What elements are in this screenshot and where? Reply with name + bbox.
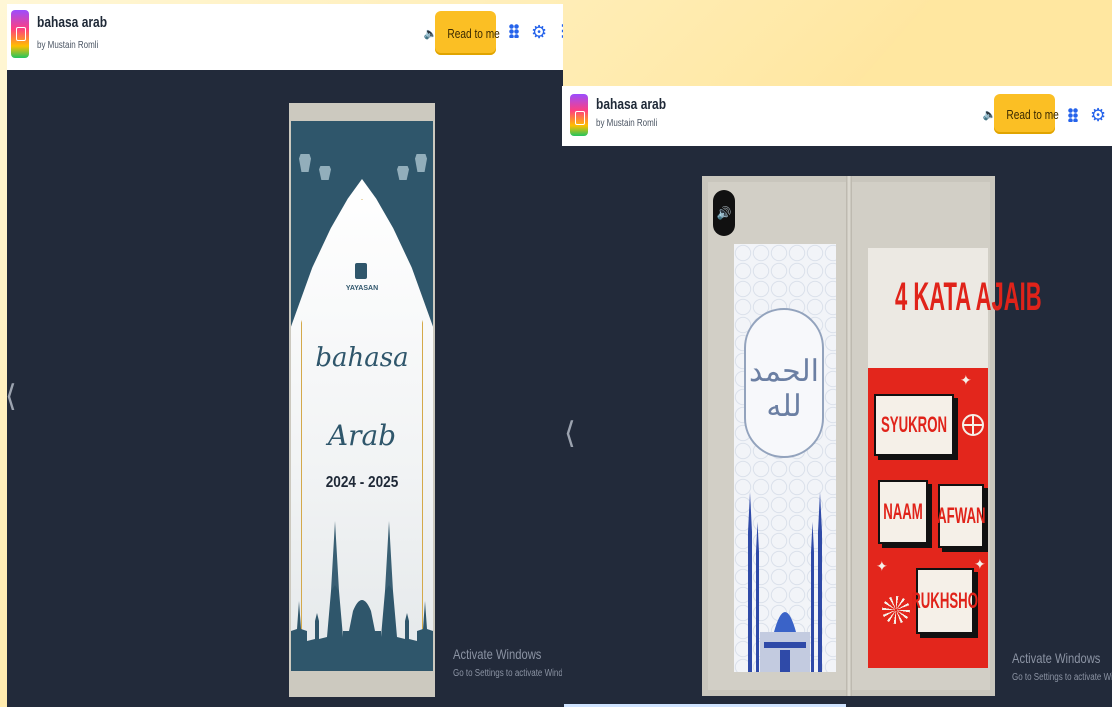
activation-watermark: Activate Windows Go to Settings to activ…: [1012, 650, 1112, 683]
lantern-decoration: [415, 141, 427, 185]
book-viewer-window-spread: bahasa arab by Mustain Romli 🔈 Read to m…: [562, 86, 1112, 707]
book-author: by Mustain Romli: [37, 40, 99, 51]
sparkle-icon: ✦: [960, 372, 972, 388]
title-panel: 4 KATA AJAIB: [868, 248, 1042, 368]
book-title: bahasa arab: [596, 96, 667, 113]
background-decoration: [852, 0, 1112, 90]
gear-icon[interactable]: ⚙: [1090, 106, 1106, 124]
cover-script-line2: Arab: [327, 419, 397, 452]
lantern-decoration: [319, 155, 331, 191]
cover-art: YAYASAN bahasa Arab 2024 - 2025: [291, 121, 433, 671]
cover-script-line1: bahasa: [315, 343, 409, 373]
app-logo: [570, 94, 588, 136]
globe-icon: [962, 414, 984, 436]
chevron-left-icon[interactable]: ⟨: [564, 416, 576, 451]
sparkle-icon: ✦: [974, 556, 986, 572]
word-card: SYUKRON: [874, 394, 954, 456]
spread-title: 4 KATA AJAIB: [895, 275, 1042, 319]
calligraphy-text: الحمد لله: [749, 354, 819, 424]
grid-icon[interactable]: [1068, 108, 1078, 122]
read-to-me-button[interactable]: 🔈 Read to me: [424, 11, 500, 55]
word-card: NAAM: [878, 480, 928, 544]
mosque-skyline: [291, 521, 433, 671]
speaker-icon: 🔈: [982, 108, 997, 121]
lantern-decoration: [397, 155, 409, 191]
more-vertical-icon[interactable]: ⋮: [555, 24, 563, 40]
book-author: by Mustain Romli: [596, 118, 658, 129]
top-bar: bahasa arab by Mustain Romli 🔈 Read to m…: [562, 86, 1112, 146]
foundation-name: YAYASAN: [345, 285, 379, 292]
sparkle-icon: ✦: [876, 558, 888, 574]
book-viewer-window-cover: bahasa arab by Mustain Romli 🔈 Read to m…: [7, 4, 563, 707]
audio-play-button[interactable]: 🔊: [713, 190, 735, 236]
top-bar: bahasa arab by Mustain Romli 🔈 Read to m…: [7, 4, 563, 70]
right-page: 4 KATA AJAIB ✦ SYUKRON NAAM AFWAN ✦ RUKH…: [852, 182, 1042, 690]
book-title: bahasa arab: [37, 14, 108, 31]
page-pattern: الحمد لله: [734, 244, 836, 672]
activation-watermark: Activate Windows Go to Settings to activ…: [453, 646, 563, 679]
lantern-decoration: [299, 141, 311, 185]
starburst-icon: [882, 596, 910, 624]
word-card: AFWAN: [937, 484, 985, 548]
book-spread[interactable]: 🔊 الحمد لله 4 KATA AJAIB ✦ SYUKRON NAAM …: [702, 176, 1042, 696]
speaker-icon: 🔈: [423, 27, 438, 40]
book-cover[interactable]: YAYASAN bahasa Arab 2024 - 2025: [289, 103, 435, 697]
word-card: RUKHSHO: [912, 568, 978, 634]
gear-icon[interactable]: ⚙: [531, 23, 547, 41]
app-logo: [11, 10, 29, 58]
mosque-illustration: [748, 492, 822, 672]
read-to-me-button[interactable]: 🔈 Read to me: [983, 94, 1059, 134]
chevron-left-icon[interactable]: ⟨: [7, 379, 17, 414]
magic-words-panel: ✦ SYUKRON NAAM AFWAN ✦ RUKHSHO ✦: [868, 368, 988, 668]
grid-icon[interactable]: [509, 24, 519, 38]
foundation-logo: [355, 263, 367, 279]
left-page: 🔊 الحمد لله: [708, 182, 846, 690]
